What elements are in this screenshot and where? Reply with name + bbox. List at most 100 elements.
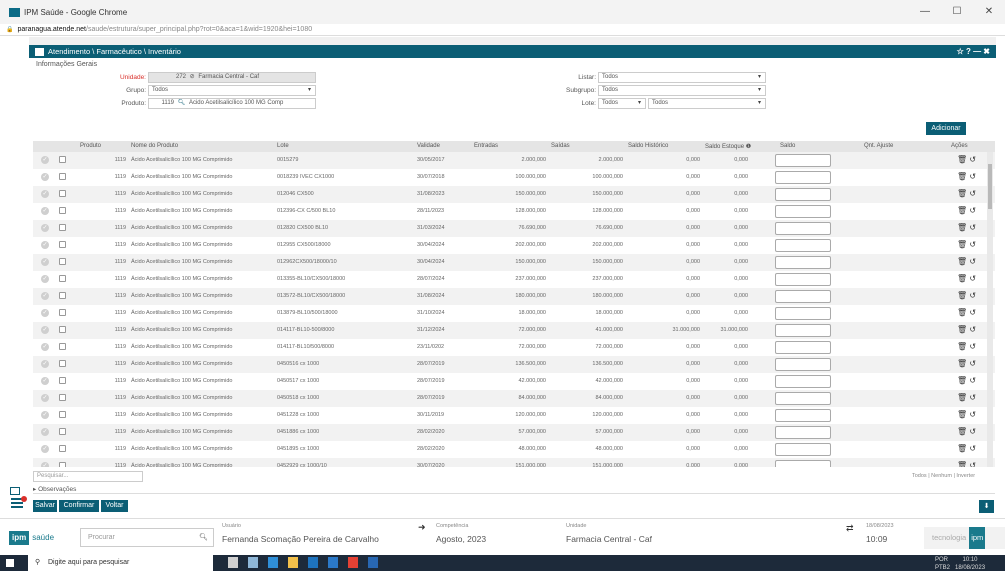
table-row[interactable]: ✓ 1119 Ácido Acetilsalicílico 100 MG Compr… — [33, 169, 995, 186]
table-row[interactable]: ✓ 1119 Ácido Acetilsalicílico 100 MG Compr… — [33, 390, 995, 407]
saldo-input[interactable] — [775, 341, 831, 354]
trash-icon[interactable]: 🗑︎ — [957, 206, 967, 215]
saldo-input[interactable] — [775, 273, 831, 286]
saldo-input[interactable] — [775, 188, 831, 201]
undo-icon[interactable]: ↺ — [967, 325, 976, 334]
logout-icon[interactable]: ➜ — [418, 522, 426, 533]
trash-icon[interactable]: 🗑︎ — [957, 427, 967, 436]
trash-icon[interactable]: 🗑︎ — [957, 359, 967, 368]
undo-icon[interactable]: ↺ — [967, 376, 976, 385]
close-button[interactable]: ✕ — [973, 0, 1005, 24]
col-saldo[interactable]: Saldo — [780, 143, 795, 149]
table-row[interactable]: ✓ 1119 Ácido Acetilsalicílico 100 MG Compr… — [33, 186, 995, 203]
col-saidas[interactable]: Saídas — [551, 143, 570, 149]
download-icon[interactable]: ⬇ — [979, 500, 994, 513]
undo-icon[interactable]: ↺ — [967, 291, 976, 300]
saldo-input[interactable] — [775, 409, 831, 422]
col-lote[interactable]: Lote — [277, 143, 289, 149]
footer-search-input[interactable]: Procurar 🔍︎ — [80, 528, 214, 547]
undo-icon[interactable]: ↺ — [967, 189, 976, 198]
undo-icon[interactable]: ↺ — [967, 223, 976, 232]
col-nome[interactable]: Nome do Produto — [131, 143, 178, 149]
explorer-icon[interactable] — [248, 557, 258, 568]
saldo-input[interactable] — [775, 290, 831, 303]
table-row[interactable]: ✓ 1119 Ácido Acetilsalicílico 100 MG Compr… — [33, 407, 995, 424]
col-validade[interactable]: Validade — [417, 143, 440, 149]
trash-icon[interactable]: 🗑︎ — [957, 172, 967, 181]
ipm-saude-logo[interactable]: ipm saúde — [9, 531, 54, 545]
saldo-input[interactable] — [775, 392, 831, 405]
table-scrollbar[interactable] — [987, 152, 993, 467]
trash-icon[interactable]: 🗑︎ — [957, 461, 967, 467]
col-entradas[interactable]: Entradas — [474, 143, 498, 149]
table-row[interactable]: ✓ 1119 Ácido Acetilsalicílico 100 MG Compr… — [33, 254, 995, 271]
saldo-input[interactable] — [775, 375, 831, 388]
menu-icon[interactable] — [11, 496, 27, 508]
edge-icon[interactable] — [268, 557, 278, 568]
trash-icon[interactable]: 🗑︎ — [957, 155, 967, 164]
undo-icon[interactable]: ↺ — [967, 359, 976, 368]
trash-icon[interactable]: 🗑︎ — [957, 189, 967, 198]
table-row[interactable]: ✓ 1119 Ácido Acetilsalicílico 100 MG Compr… — [33, 322, 995, 339]
table-row[interactable]: ✓ 1119 Ácido Acetilsalicílico 100 MG Compr… — [33, 237, 995, 254]
trash-icon[interactable]: 🗑︎ — [957, 325, 967, 334]
table-row[interactable]: ✓ 1119 Ácido Acetilsalicílico 100 MG Compr… — [33, 203, 995, 220]
chrome-icon[interactable] — [348, 557, 358, 568]
table-row[interactable]: ✓ 1119 Ácido Acetilsalicílico 100 MG Compr… — [33, 220, 995, 237]
select-links[interactable]: Todos | Nenhum | Inverter — [912, 473, 975, 479]
table-row[interactable]: ✓ 1119 Ácido Acetilsalicílico 100 MG Compr… — [33, 305, 995, 322]
saldo-input[interactable] — [775, 426, 831, 439]
undo-icon[interactable]: ↺ — [967, 410, 976, 419]
grupo-select[interactable]: Todos ▾ — [148, 85, 316, 96]
search-icon[interactable]: 🔍︎ — [178, 100, 186, 106]
undo-icon[interactable]: ↺ — [967, 427, 976, 436]
trash-icon[interactable]: 🗑︎ — [957, 308, 967, 317]
undo-icon[interactable]: ↺ — [967, 172, 976, 181]
undo-icon[interactable]: ↺ — [967, 155, 976, 164]
panel-controls[interactable]: ☆ ? — ✖ — [957, 45, 990, 58]
table-row[interactable]: ✓ 1119 Ácido Acetilsalicílico 100 MG Compr… — [33, 356, 995, 373]
produto-field[interactable]: 1119 🔍︎ Ácido Acetilsalicílico 100 MG Co… — [148, 98, 316, 109]
subgrupo-select[interactable]: Todos ▾ — [598, 85, 766, 96]
saldo-input[interactable] — [775, 460, 831, 467]
trash-icon[interactable]: 🗑︎ — [957, 257, 967, 266]
confirmar-button[interactable]: Confirmar — [59, 500, 99, 512]
search-icon[interactable]: 🔍︎ — [199, 529, 208, 546]
minimize-button[interactable]: — — [909, 0, 941, 24]
trash-icon[interactable]: 🗑︎ — [957, 223, 967, 232]
lote-filter-select[interactable]: Todos ▾ — [648, 98, 766, 109]
salvar-button[interactable]: Salvar — [33, 500, 57, 512]
saldo-input[interactable] — [775, 443, 831, 456]
windows-icon[interactable] — [6, 559, 14, 567]
trash-icon[interactable]: 🗑︎ — [957, 393, 967, 402]
listar-select[interactable]: Todos ▾ — [598, 72, 766, 83]
col-produto[interactable]: Produto — [80, 143, 101, 149]
col-saldo-historico[interactable]: Saldo Histórico — [628, 143, 668, 149]
table-row[interactable]: ✓ 1119 Ácido Acetilsalicílico 100 MG Compr… — [33, 271, 995, 288]
trash-icon[interactable]: 🗑︎ — [957, 342, 967, 351]
undo-icon[interactable]: ↺ — [967, 342, 976, 351]
saldo-input[interactable] — [775, 256, 831, 269]
saldo-input[interactable] — [775, 154, 831, 167]
table-row[interactable]: ✓ 1119 Ácido Acetilsalicílico 100 MG Compr… — [33, 424, 995, 441]
voltar-button[interactable]: Voltar — [101, 500, 128, 512]
url-path[interactable]: /saude/estrutura/super_principal.php?rot… — [86, 26, 312, 33]
trash-icon[interactable]: 🗑︎ — [957, 291, 967, 300]
trash-icon[interactable]: 🗑︎ — [957, 274, 967, 283]
window-icon[interactable] — [10, 487, 20, 495]
undo-icon[interactable]: ↺ — [967, 393, 976, 402]
lote-select[interactable]: Todos ▾ — [598, 98, 646, 109]
taskbar-search[interactable]: ⚲ Digite aqui para pesquisar — [28, 555, 213, 571]
saldo-input[interactable] — [775, 239, 831, 252]
saldo-input[interactable] — [775, 324, 831, 337]
transfer-icon[interactable]: ⇄ — [846, 523, 854, 534]
app-icon[interactable] — [368, 557, 378, 568]
scrollbar-thumb[interactable] — [988, 164, 992, 209]
task-view-icon[interactable] — [228, 557, 238, 568]
trash-icon[interactable]: 🗑︎ — [957, 444, 967, 453]
saldo-input[interactable] — [775, 205, 831, 218]
mail-icon[interactable] — [328, 557, 338, 568]
observacoes-toggle[interactable]: ▸ Observações — [33, 485, 76, 493]
saldo-input[interactable] — [775, 307, 831, 320]
maximize-button[interactable]: ☐ — [941, 0, 973, 24]
